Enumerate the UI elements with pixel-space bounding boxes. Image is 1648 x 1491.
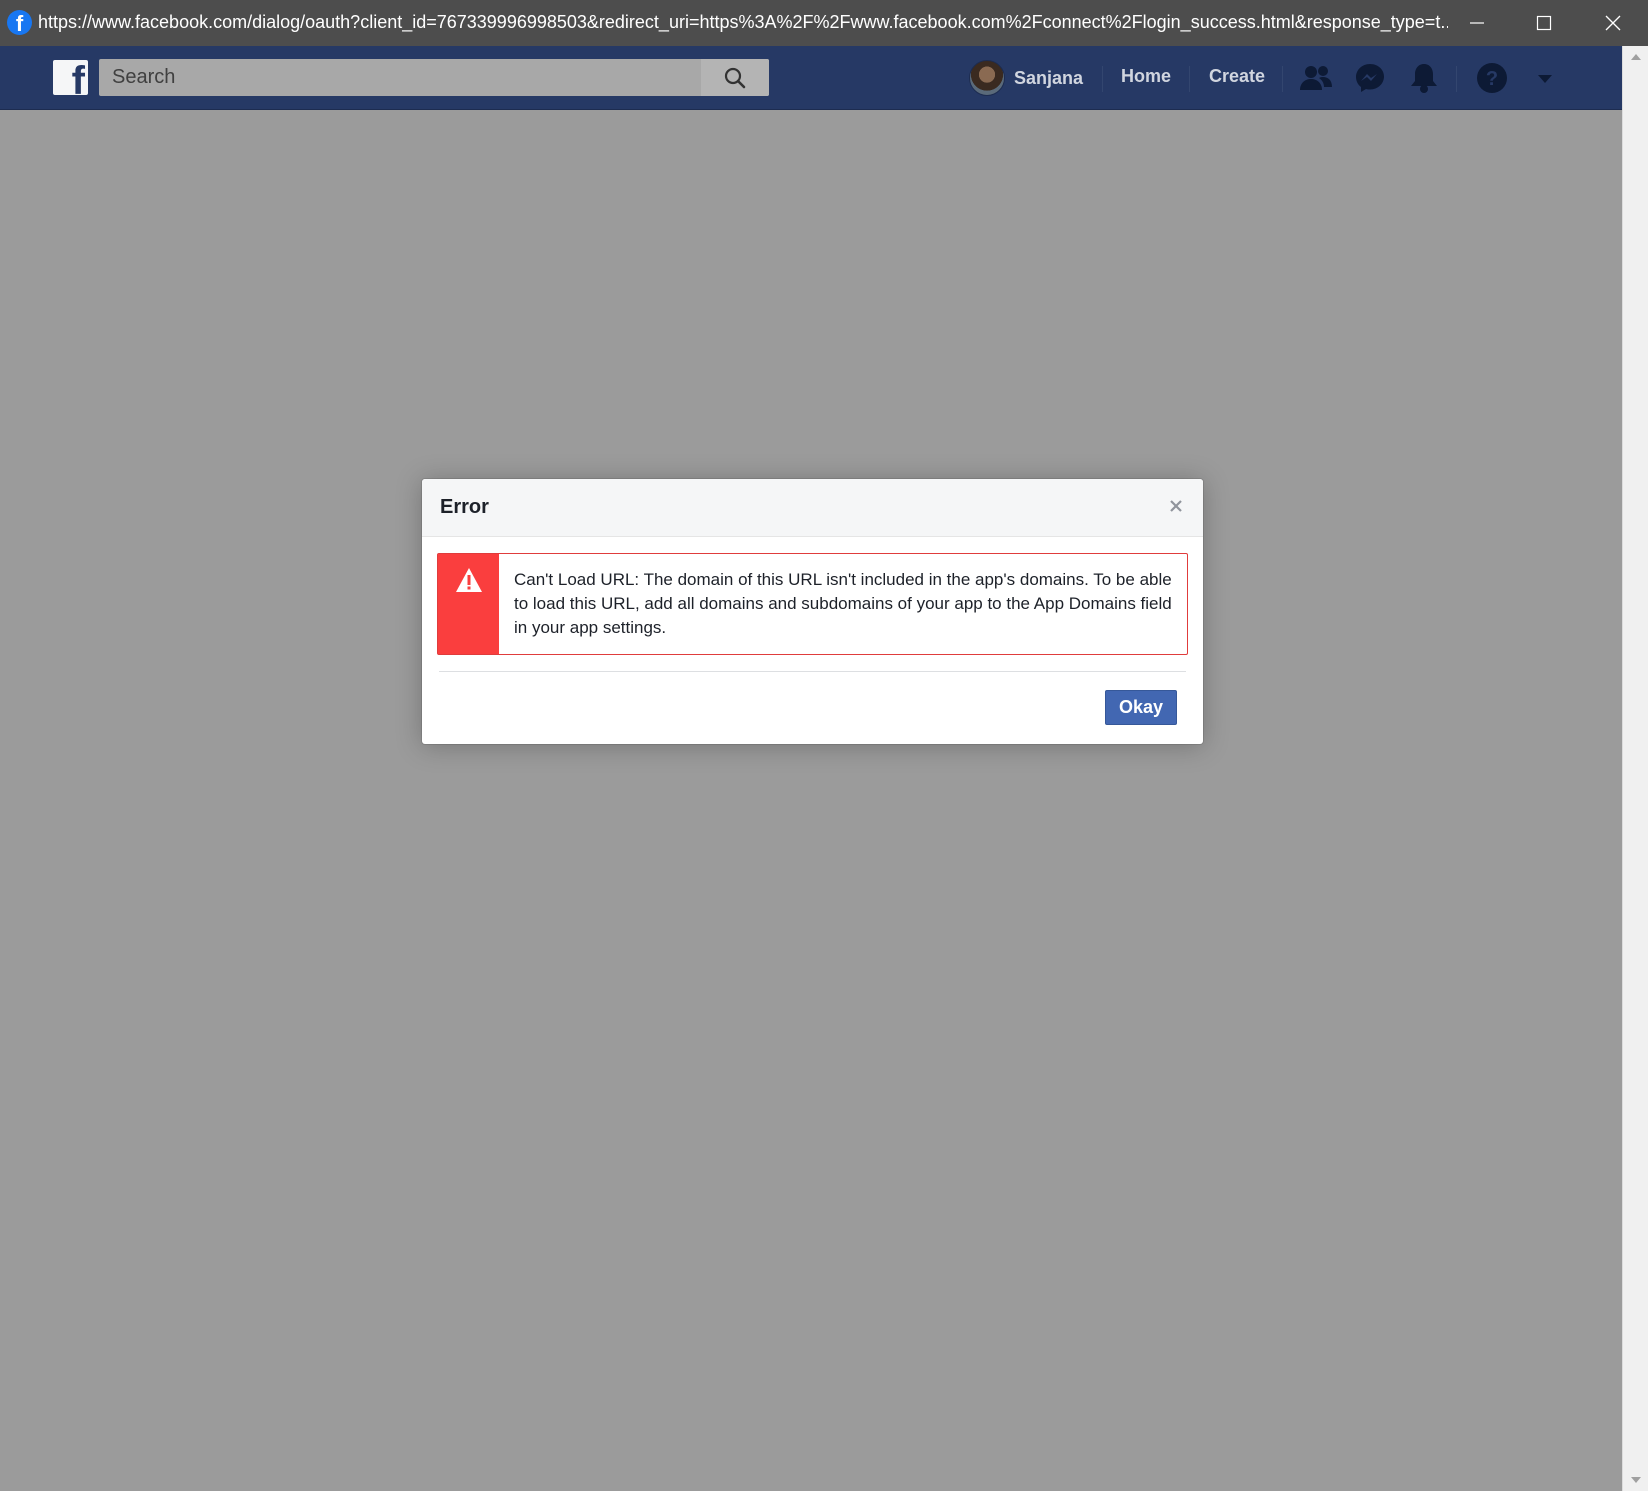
friends-requests-button[interactable]: [1298, 60, 1334, 96]
page-overlay: f Sanjana Home Create ?: [0, 46, 1622, 1491]
maximize-icon: [1536, 15, 1552, 31]
nav-divider: [1102, 66, 1103, 92]
facebook-logo[interactable]: f: [53, 60, 88, 95]
warning-icon: [455, 568, 482, 592]
okay-button[interactable]: Okay: [1105, 690, 1177, 725]
close-icon: [1605, 15, 1621, 31]
facebook-favicon-icon: f: [7, 10, 32, 35]
window-url: https://www.facebook.com/dialog/oauth?cl…: [38, 12, 1448, 32]
close-window-button[interactable]: [1583, 0, 1643, 46]
create-link[interactable]: Create: [1209, 66, 1265, 87]
dialog-header: Error: [422, 479, 1203, 537]
minimize-button[interactable]: [1447, 0, 1507, 46]
window-titlebar: f https://www.facebook.com/dialog/oauth?…: [0, 0, 1648, 46]
nav-divider: [1282, 66, 1283, 92]
help-icon: ?: [1477, 63, 1507, 93]
error-message: Can't Load URL: The domain of this URL i…: [514, 570, 1172, 637]
scroll-up-arrow-icon[interactable]: [1631, 54, 1641, 60]
search-icon: [724, 67, 746, 88]
error-indicator: [438, 554, 499, 654]
dialog-title: Error: [440, 496, 489, 518]
avatar: [969, 60, 1005, 96]
minimize-icon: [1470, 22, 1484, 24]
home-link[interactable]: Home: [1121, 66, 1171, 87]
profile-link[interactable]: Sanjana: [969, 59, 1083, 97]
notifications-button[interactable]: [1406, 60, 1442, 96]
chevron-down-icon: [1538, 75, 1552, 83]
nav-divider: [1456, 66, 1457, 92]
svg-text:?: ?: [1486, 68, 1498, 90]
nav-divider: [1189, 66, 1190, 92]
vertical-scrollbar[interactable]: [1622, 46, 1648, 1491]
dialog-close-button[interactable]: [1165, 495, 1187, 517]
dialog-divider: [439, 671, 1186, 672]
facebook-navbar: f Sanjana Home Create ?: [0, 46, 1622, 110]
account-menu-button[interactable]: [1527, 60, 1563, 96]
messenger-icon: [1356, 64, 1384, 92]
scroll-down-arrow-icon[interactable]: [1631, 1477, 1641, 1483]
search-bar: [99, 59, 769, 96]
search-button[interactable]: [701, 59, 769, 96]
friends-icon: [1300, 66, 1332, 90]
close-icon: [1170, 500, 1182, 512]
error-dialog: Error Can't Load URL: The domain of this…: [422, 479, 1203, 744]
help-button[interactable]: ?: [1474, 60, 1510, 96]
error-message-box: Can't Load URL: The domain of this URL i…: [437, 553, 1188, 655]
search-input[interactable]: [99, 59, 699, 96]
profile-name: Sanjana: [1014, 67, 1084, 88]
messenger-button[interactable]: [1352, 60, 1388, 96]
maximize-button[interactable]: [1514, 0, 1574, 46]
facebook-logo-letter: f: [71, 60, 85, 95]
notifications-icon: [1411, 64, 1437, 93]
